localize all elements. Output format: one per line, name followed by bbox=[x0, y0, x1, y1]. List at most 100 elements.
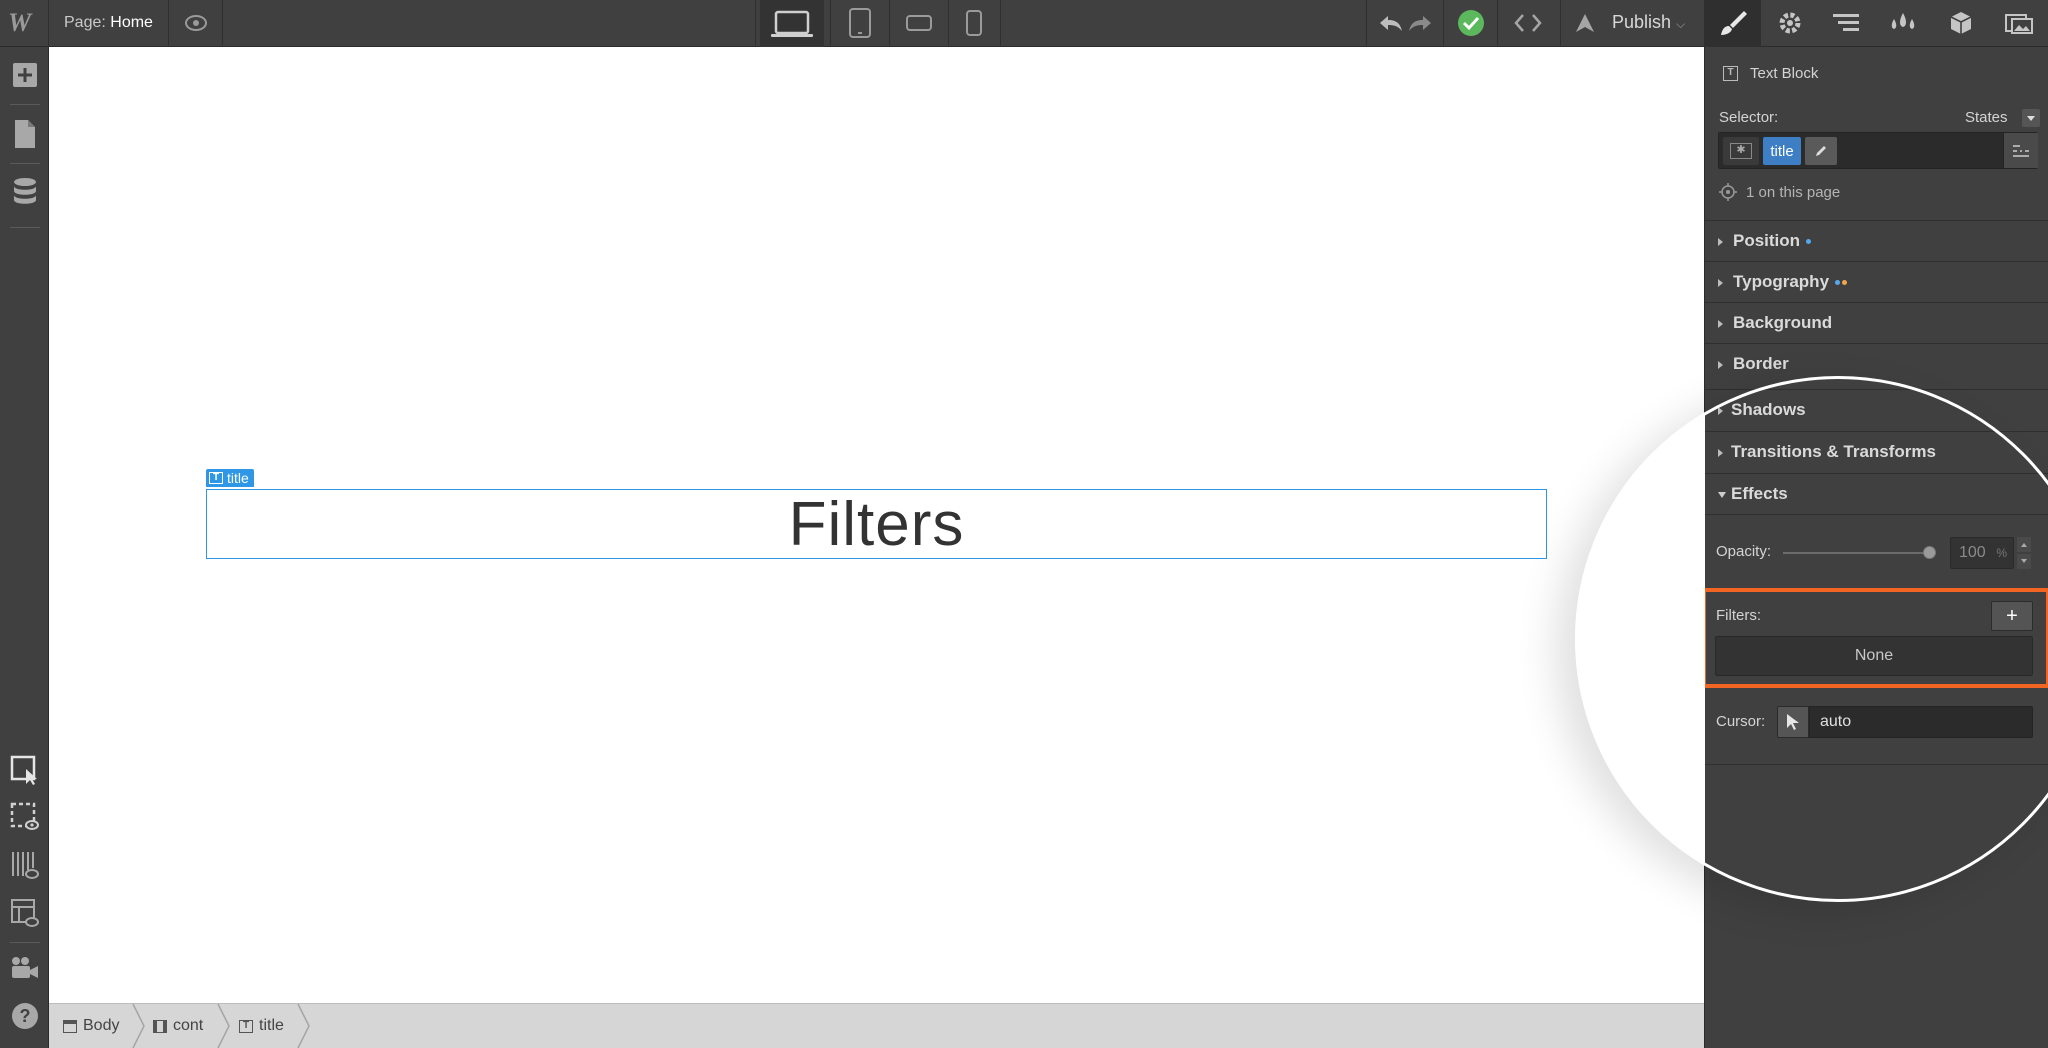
element-type: Text Block bbox=[1750, 65, 1818, 82]
paintbrush-icon bbox=[1718, 8, 1748, 38]
guides-layout-icon[interactable] bbox=[10, 898, 40, 928]
page-heading[interactable]: Filters bbox=[207, 490, 1546, 558]
publish-label: Publish bbox=[1612, 12, 1671, 32]
edit-class-pencil-icon[interactable] bbox=[1805, 137, 1837, 165]
cursor-select[interactable]: auto bbox=[1809, 706, 2033, 738]
cursor-label: Cursor: bbox=[1716, 713, 1765, 730]
select-element-icon[interactable] bbox=[10, 755, 40, 785]
add-panel-icon[interactable] bbox=[10, 60, 40, 90]
class-chip-label: title bbox=[1770, 143, 1793, 160]
text-block-icon: T bbox=[209, 472, 223, 484]
breadcrumb-body-label: Body bbox=[83, 1017, 119, 1035]
caret-right-icon bbox=[1718, 361, 1723, 369]
section-typography-label: Typography bbox=[1733, 272, 1829, 291]
opacity-unit: % bbox=[1996, 538, 2007, 568]
inherited-dot bbox=[1842, 280, 1847, 285]
saved-check-icon[interactable] bbox=[1453, 8, 1489, 38]
states-dropdown[interactable]: States bbox=[1965, 109, 2008, 126]
opacity-slider-handle[interactable] bbox=[1923, 546, 1936, 559]
breadcrumb-separator-icon bbox=[297, 1004, 311, 1048]
code-export-icon[interactable] bbox=[1508, 8, 1548, 38]
publish-button[interactable]: Publish ⌵ bbox=[1612, 12, 1685, 33]
pages-icon[interactable] bbox=[10, 119, 40, 149]
breadcrumb-title[interactable]: T title bbox=[239, 1004, 284, 1048]
settings-gear-icon[interactable] bbox=[1770, 8, 1810, 38]
section-divider bbox=[1705, 764, 2048, 765]
style-tab[interactable] bbox=[1704, 0, 1760, 47]
body-icon bbox=[63, 1020, 77, 1033]
caret-down-icon bbox=[1718, 492, 1726, 498]
mobile-portrait-view-icon[interactable] bbox=[956, 8, 992, 38]
webflow-logo[interactable]: W bbox=[8, 8, 42, 38]
selector-label: Selector: bbox=[1719, 109, 1778, 126]
tablet-view-icon[interactable] bbox=[840, 8, 880, 38]
page-name: Home bbox=[110, 14, 153, 31]
cms-database-icon[interactable] bbox=[10, 177, 40, 207]
section-shadows[interactable]: Shadows bbox=[1705, 389, 2048, 430]
asset-manager-icon[interactable] bbox=[1998, 8, 2040, 38]
section-background[interactable]: Background bbox=[1705, 302, 2048, 343]
section-position-label: Position bbox=[1733, 231, 1800, 250]
caret-right-icon bbox=[1718, 407, 1723, 415]
target-icon bbox=[1719, 183, 1737, 201]
symbols-box-icon[interactable] bbox=[1941, 8, 1981, 38]
breadcrumb-title-label: title bbox=[259, 1017, 284, 1035]
top-toolbar: W Page: Home Publish ⌵ bbox=[0, 0, 2048, 47]
section-border[interactable]: Border bbox=[1705, 343, 2048, 384]
caret-right-icon bbox=[1718, 238, 1723, 246]
desktop-view-icon[interactable] bbox=[760, 0, 824, 47]
caret-right-icon bbox=[1718, 279, 1723, 287]
section-transitions-label: Transitions & Transforms bbox=[1731, 442, 1936, 462]
design-canvas[interactable]: T title Filters bbox=[49, 47, 1704, 1003]
undo-icon[interactable] bbox=[1376, 8, 1406, 38]
redo-icon[interactable] bbox=[1406, 8, 1434, 38]
modified-dot bbox=[1806, 239, 1811, 244]
states-chevron-icon[interactable] bbox=[2022, 109, 2040, 127]
navigator-icon[interactable] bbox=[1826, 8, 1866, 38]
breadcrumb-cont-label: cont bbox=[173, 1017, 203, 1035]
selected-tag-label: title bbox=[227, 469, 249, 487]
section-shadows-label: Shadows bbox=[1731, 400, 1806, 420]
cursor-pointer-icon[interactable] bbox=[1777, 706, 1809, 738]
breadcrumb: Body cont T title bbox=[49, 1003, 1704, 1048]
section-position[interactable]: Position bbox=[1705, 220, 2048, 261]
on-page-count: 1 on this page bbox=[1746, 184, 1840, 201]
page-label: Page: bbox=[64, 14, 106, 31]
caret-right-icon bbox=[1718, 320, 1723, 328]
xray-grid-icon[interactable] bbox=[10, 850, 40, 880]
preview-eye-icon[interactable] bbox=[178, 8, 214, 38]
selector-field[interactable]: ✱ title bbox=[1718, 132, 2038, 169]
mobile-landscape-view-icon[interactable] bbox=[897, 8, 941, 38]
breadcrumb-cont[interactable]: cont bbox=[153, 1004, 203, 1048]
show-edges-icon[interactable] bbox=[10, 802, 40, 832]
svg-text:?: ? bbox=[20, 1006, 31, 1026]
breadcrumb-separator-icon bbox=[217, 1004, 231, 1048]
section-typography[interactable]: Typography bbox=[1705, 261, 2048, 302]
container-icon bbox=[153, 1020, 167, 1033]
opacity-value: 100 bbox=[1959, 544, 1986, 561]
opacity-stepper-icon[interactable] bbox=[2017, 537, 2031, 569]
text-block-icon: T bbox=[1723, 66, 1738, 81]
selector-list-icon[interactable] bbox=[2003, 133, 2038, 168]
opacity-label: Opacity: bbox=[1716, 543, 1771, 560]
section-transitions[interactable]: Transitions & Transforms bbox=[1705, 431, 2048, 472]
video-tutorials-icon[interactable] bbox=[10, 953, 40, 983]
all-elements-selector-icon[interactable]: ✱ bbox=[1723, 137, 1759, 165]
section-effects[interactable]: Effects bbox=[1705, 473, 2048, 515]
selected-text-block[interactable]: Filters bbox=[206, 489, 1547, 559]
class-chip-title[interactable]: title bbox=[1763, 137, 1801, 165]
selected-element-tag[interactable]: T title bbox=[206, 469, 254, 487]
help-icon[interactable]: ? bbox=[10, 1001, 40, 1031]
publish-rocket-icon bbox=[1570, 9, 1600, 39]
opacity-slider-track[interactable] bbox=[1783, 552, 1929, 554]
states-label: States bbox=[1965, 109, 2008, 126]
opacity-input[interactable]: 100 % bbox=[1950, 537, 2014, 569]
text-block-icon: T bbox=[239, 1020, 253, 1033]
page-selector[interactable]: Page: Home bbox=[64, 14, 153, 32]
breadcrumb-body[interactable]: Body bbox=[63, 1004, 119, 1048]
chevron-down-icon: ⌵ bbox=[1676, 17, 1685, 31]
caret-right-icon bbox=[1718, 449, 1723, 457]
section-effects-label: Effects bbox=[1731, 484, 1788, 504]
swatches-drops-icon[interactable] bbox=[1883, 8, 1923, 38]
left-sidebar: ? bbox=[0, 47, 49, 1048]
